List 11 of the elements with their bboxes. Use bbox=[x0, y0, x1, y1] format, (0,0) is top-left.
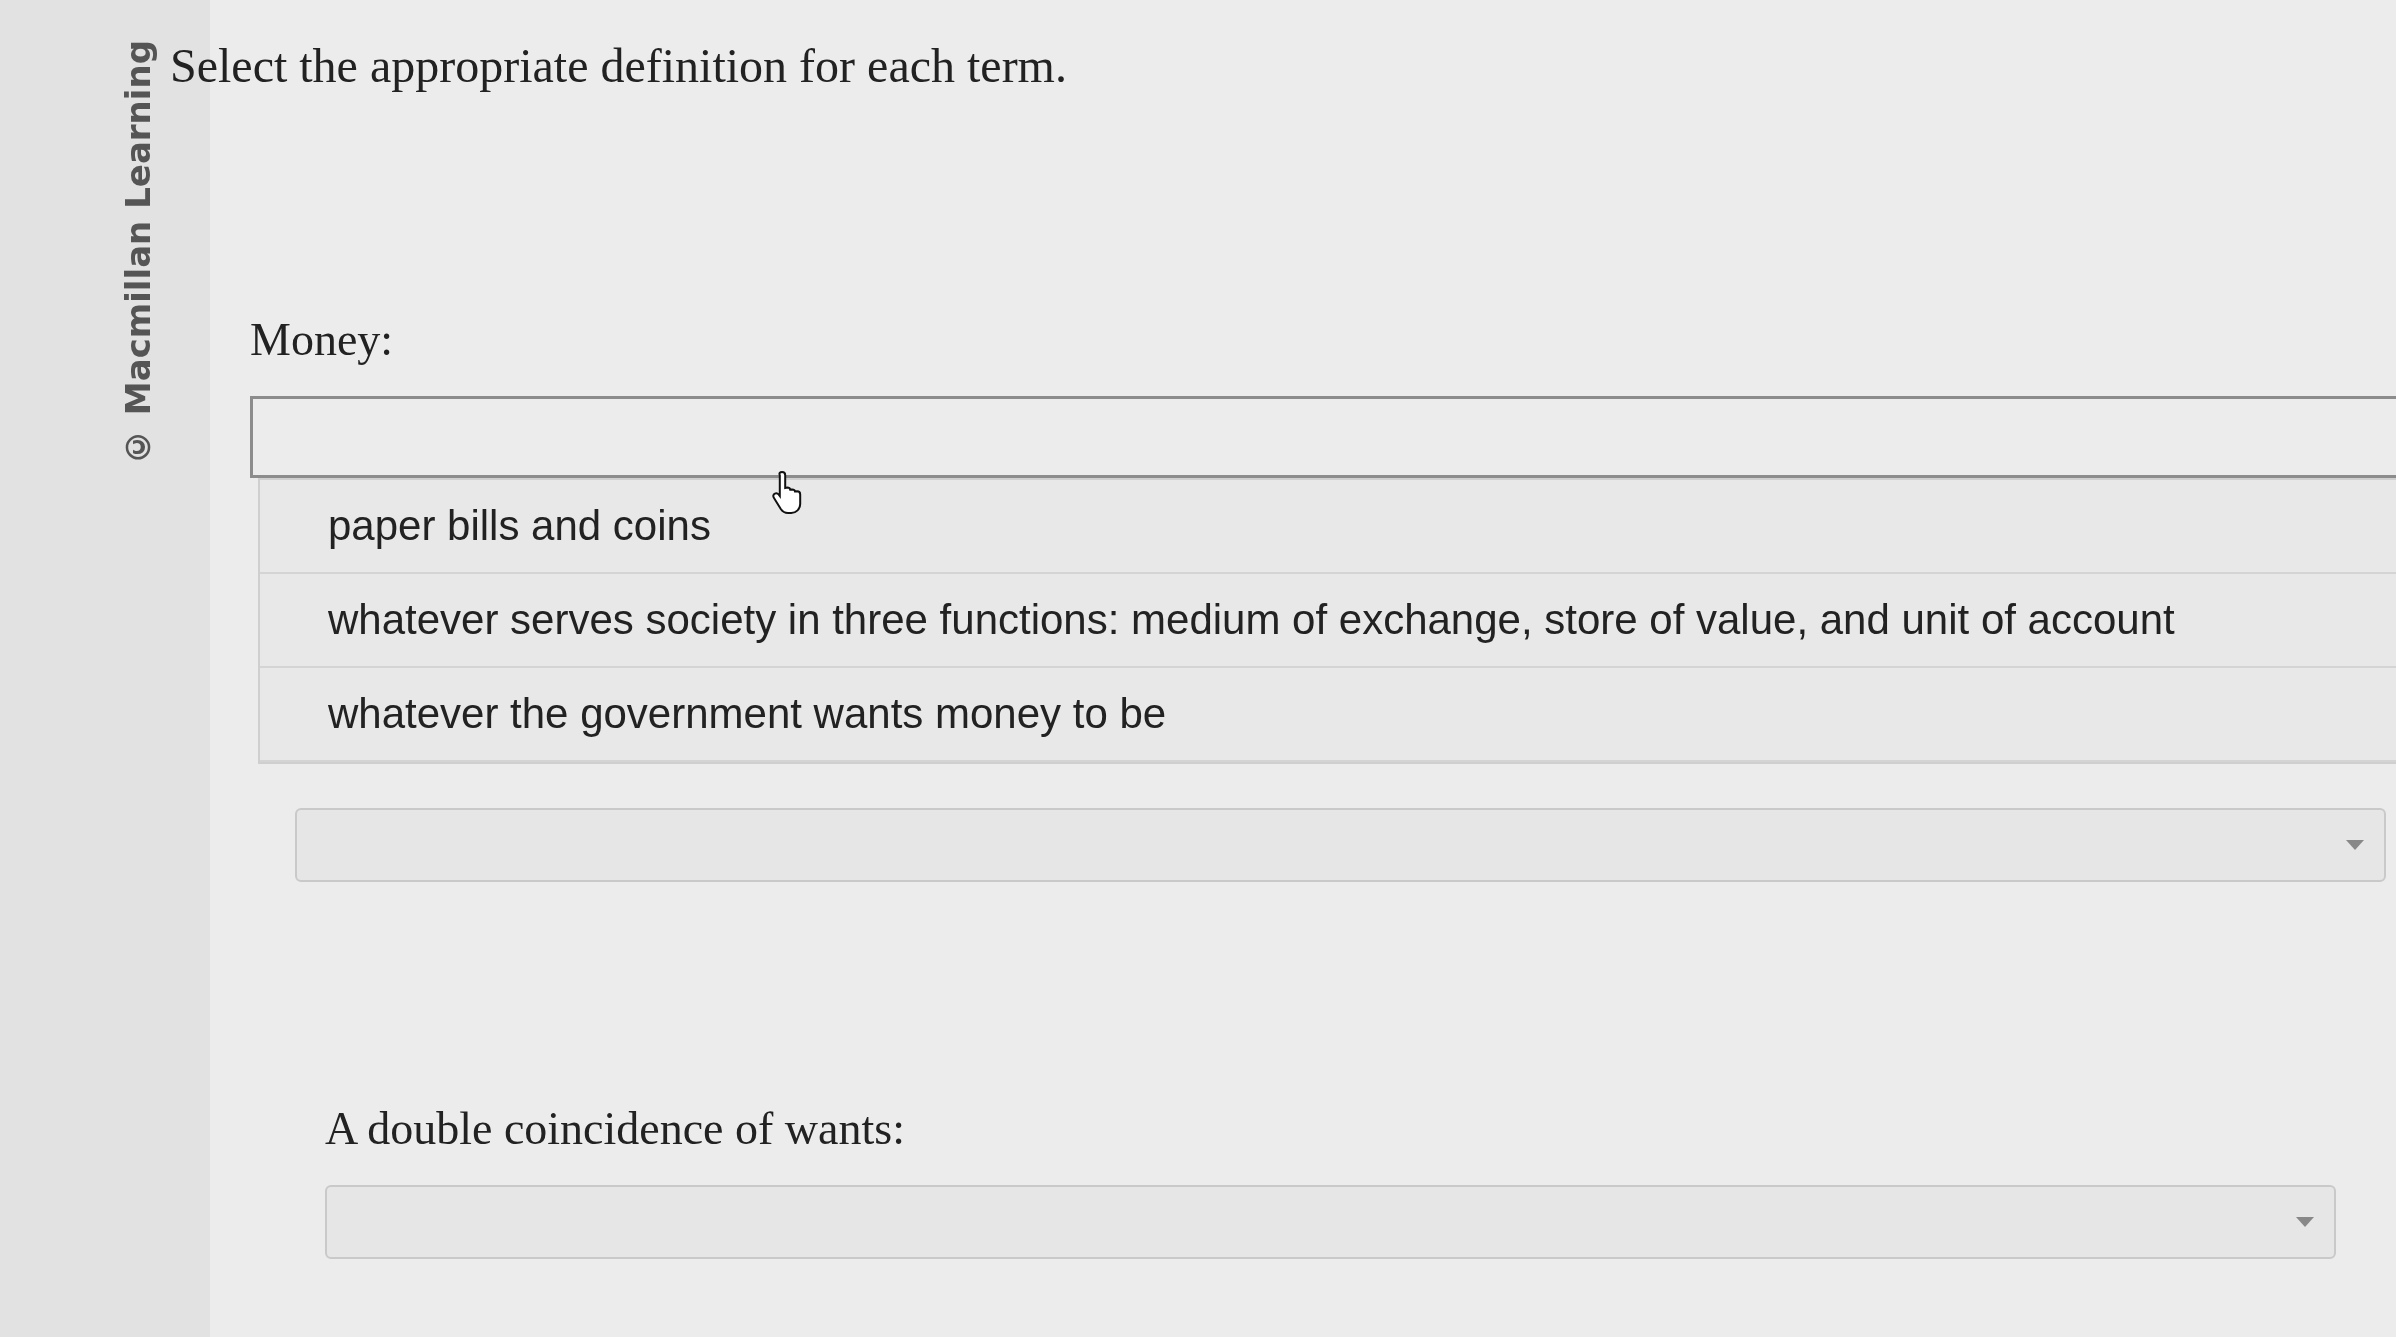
term-label: Money: bbox=[250, 313, 395, 366]
copyright-label: © Macmillan Learning bbox=[118, 40, 158, 467]
caret-icon bbox=[2346, 840, 2364, 850]
term-label: A double coincidence of wants: bbox=[325, 1102, 906, 1155]
select-field[interactable] bbox=[325, 1185, 2336, 1259]
dropdown-option[interactable]: whatever the government wants money to be bbox=[260, 668, 2396, 762]
select-field[interactable] bbox=[250, 396, 2396, 478]
select-field[interactable] bbox=[295, 808, 2386, 882]
dropdown-option[interactable]: whatever serves society in three functions: medium of exchange, store of value, and unit of account bbox=[260, 574, 2396, 668]
caret-icon bbox=[2296, 1217, 2314, 1227]
instruction-text: Select the appropriate definition for each term. bbox=[170, 38, 1068, 93]
